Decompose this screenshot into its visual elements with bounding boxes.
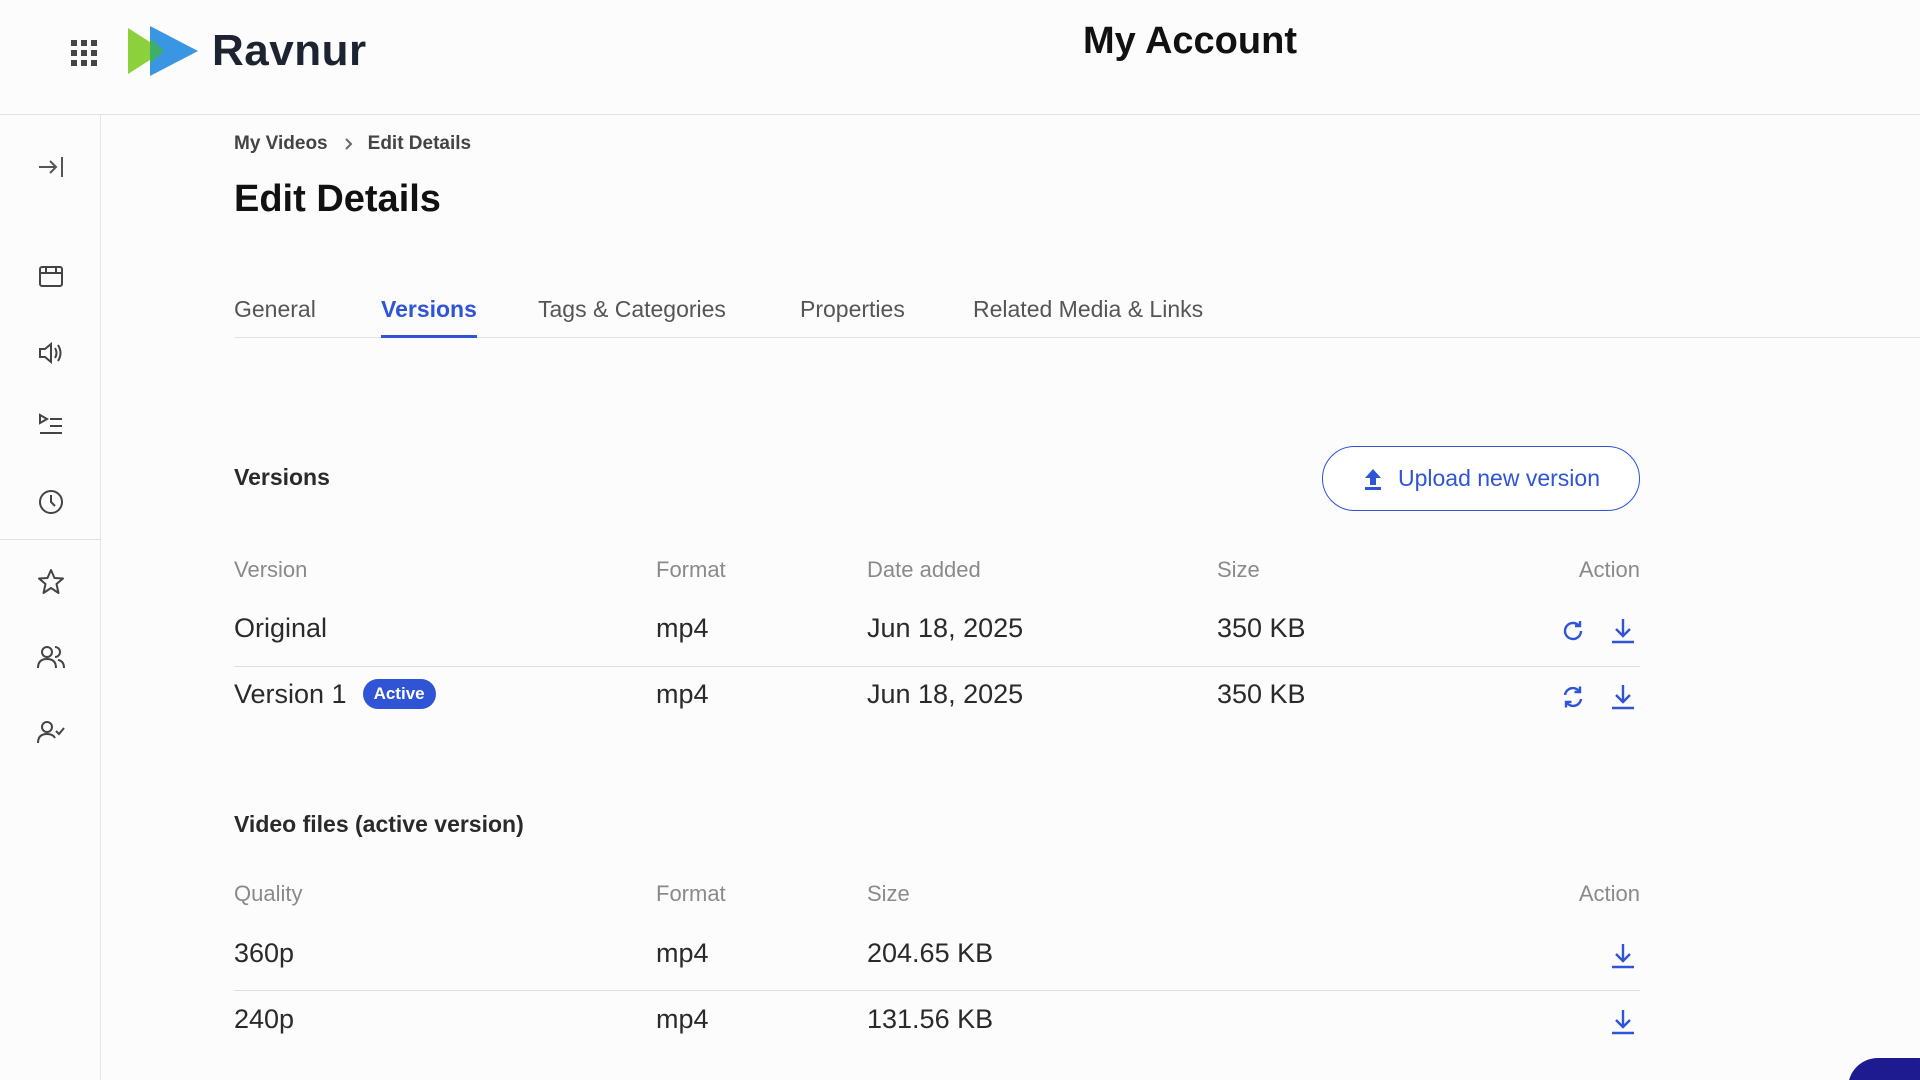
user-check-icon[interactable] — [30, 711, 72, 753]
version-name: Original — [234, 613, 328, 643]
left-sidebar — [0, 115, 101, 1080]
file-size: 131.56 KB — [867, 1004, 994, 1034]
star-icon[interactable] — [30, 561, 72, 603]
column-header-action: Action — [1578, 557, 1640, 582]
brand-name: Ravnur — [212, 26, 367, 75]
tab-bar: General Versions Tags & Categories Prope… — [234, 290, 1920, 338]
column-header-version: Version — [234, 557, 308, 582]
column-header-size: Size — [1217, 557, 1260, 582]
download-icon[interactable] — [1606, 614, 1640, 648]
chevron-right-icon — [344, 137, 354, 151]
version-name: Version 1 Active — [234, 679, 436, 710]
playlist-icon[interactable] — [30, 404, 72, 446]
breadcrumb: My Videos Edit Details — [234, 133, 471, 155]
row-divider — [234, 990, 1640, 991]
restore-icon[interactable] — [1556, 614, 1590, 648]
column-header-format: Format — [656, 881, 726, 906]
calendar-icon[interactable] — [30, 255, 72, 297]
breadcrumb-current: Edit Details — [367, 133, 472, 154]
column-header-format: Format — [656, 557, 726, 582]
file-format: mp4 — [656, 938, 709, 968]
tab-tags-categories[interactable]: Tags & Categories — [538, 296, 726, 335]
page-title: Edit Details — [234, 178, 441, 220]
download-icon[interactable] — [1606, 680, 1640, 714]
expand-sidebar-icon[interactable] — [30, 146, 72, 188]
version-name-text: Version 1 — [234, 679, 347, 709]
column-header-date-added: Date added — [867, 557, 981, 582]
brand-logo[interactable]: Ravnur — [128, 24, 367, 78]
file-size: 204.65 KB — [867, 938, 994, 968]
speaker-icon[interactable] — [30, 332, 72, 374]
file-quality: 240p — [234, 1004, 295, 1034]
clock-icon[interactable] — [30, 481, 72, 523]
header-title: My Account — [1083, 20, 1297, 62]
file-quality: 360p — [234, 938, 295, 968]
sidebar-divider — [0, 539, 100, 540]
column-header-size: Size — [867, 881, 910, 906]
row-divider — [234, 666, 1640, 667]
version-format: mp4 — [656, 613, 709, 643]
version-format: mp4 — [656, 679, 709, 709]
breadcrumb-my-videos[interactable]: My Videos — [234, 133, 328, 155]
upload-icon — [1362, 467, 1384, 491]
video-files-section-title: Video files (active version) — [234, 811, 524, 837]
download-icon[interactable] — [1606, 1005, 1640, 1039]
version-size: 350 KB — [1217, 613, 1306, 643]
users-icon[interactable] — [30, 636, 72, 678]
version-date: Jun 18, 2025 — [867, 679, 1024, 709]
app-grid-icon[interactable] — [68, 37, 100, 69]
active-badge: Active — [362, 679, 436, 709]
upload-new-version-label: Upload new version — [1397, 465, 1600, 491]
versions-section-title: Versions — [234, 464, 330, 490]
download-icon[interactable] — [1606, 939, 1640, 973]
file-format: mp4 — [656, 1004, 709, 1034]
tab-general[interactable]: General — [234, 296, 316, 335]
logo-mark-icon — [128, 26, 198, 76]
version-size: 350 KB — [1217, 679, 1306, 709]
tab-related-media-links[interactable]: Related Media & Links — [973, 296, 1203, 335]
column-header-action: Action — [1578, 881, 1640, 906]
top-header: Ravnur My Account — [0, 0, 1920, 115]
tab-versions[interactable]: Versions — [381, 296, 477, 338]
version-date: Jun 18, 2025 — [867, 613, 1024, 643]
tab-properties[interactable]: Properties — [800, 296, 905, 335]
upload-new-version-button[interactable]: Upload new version — [1322, 446, 1640, 511]
column-header-quality: Quality — [234, 881, 303, 906]
sync-icon[interactable] — [1556, 680, 1590, 714]
chat-launcher-button[interactable] — [1848, 1058, 1920, 1080]
